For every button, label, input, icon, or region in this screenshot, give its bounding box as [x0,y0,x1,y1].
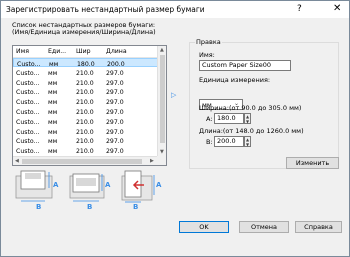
row-unit: мм [48,79,58,87]
row-width: 210.0 [76,138,94,146]
row-width: 210.0 [76,89,94,97]
scroll-down-icon[interactable]: ▼ [160,149,164,155]
scroll-left-icon[interactable]: ◀ [15,158,19,164]
scroll-right-icon[interactable]: ▶ [150,158,154,164]
change-button[interactable]: Изменить [286,157,339,169]
row-length: 297.0 [106,128,124,136]
scroll-corner [157,156,166,165]
row-length: 297.0 [106,109,124,116]
row-length: 297.0 [106,118,124,126]
list-row[interactable]: Custo... мм 210.0 297.0 [13,117,166,126]
row-name: Custo... [16,99,40,107]
name-label: Имя: [199,51,215,59]
paper-size-list[interactable]: Имя Еди... Шир Длина Custo... мм 180.0 200.… [12,45,167,166]
list-horizontal-scrollbar[interactable]: ◀ ▶ [13,156,157,165]
row-name: Custo... [16,89,40,97]
edit-group-label: Правка [195,38,222,46]
dialog-body: Список нестандартных размеров бумаги: (И… [1,18,349,256]
help-button[interactable]: Справка [295,221,342,233]
row-unit: мм [48,109,58,116]
cancel-button[interactable]: Отмена [239,221,289,233]
row-name: Custo... [16,118,40,126]
dimension-b-label-3: B [133,203,139,211]
dimension-a-label-1: A [53,181,59,189]
row-length: 297.0 [106,89,124,97]
list-row[interactable]: Custo... мм 210.0 297.0 [13,146,166,155]
name-input[interactable]: Custom Paper Size00 [199,60,291,71]
row-length: 297.0 [106,148,124,156]
row-width: 210.0 [76,109,94,116]
dimension-b-label-2: B [87,203,93,211]
row-name: Custo... [16,109,40,116]
list-vertical-scrollbar[interactable]: ▲ ▼ [157,46,166,156]
column-header-name[interactable]: Имя [16,48,29,55]
row-length: 297.0 [106,99,124,107]
list-row[interactable]: Custo... мм 210.0 297.0 [13,127,166,136]
row-unit: мм [48,138,58,146]
row-width: 210.0 [76,128,94,136]
title-bar: Зарегистрировать нестандартный размер бу… [1,1,349,18]
row-name: Custo... [16,128,40,136]
dialog-title: Зарегистрировать нестандартный размер бу… [6,5,205,14]
dimension-a-label-2: A [105,181,111,189]
list-row[interactable]: Custo... мм 180.0 200.0 [13,58,166,68]
list-header: Имя Еди... Шир Длина [13,46,166,58]
scroll-up-icon[interactable]: ▲ [160,47,164,53]
row-unit: мм [48,128,58,136]
unit-label: Единица измерения: [199,76,271,84]
row-length: 297.0 [106,69,124,77]
row-width: 210.0 [76,118,94,126]
list-row[interactable]: Custo... мм 210.0 297.0 [13,97,166,106]
row-name: Custo... [16,138,40,146]
column-header-length[interactable]: Длина [106,48,127,55]
row-unit: мм [48,89,58,97]
help-title-button[interactable]: ? [297,4,302,14]
column-header-width[interactable]: Шир [76,48,91,55]
row-width: 210.0 [76,79,94,87]
row-unit: мм [48,148,58,156]
row-unit: мм [48,118,58,126]
row-name: Custo... [16,69,40,77]
row-length: 297.0 [106,138,124,146]
length-stepper[interactable]: ▲ ▼ [244,136,251,147]
length-prefix: B: [206,138,213,146]
list-row[interactable]: Custo... мм 210.0 297.0 [13,78,166,87]
list-caption-columns: (Имя/Единица измерения/Ширина/Длина) [12,28,156,36]
feed-illustration-3 [121,170,155,203]
vertical-scroll-thumb[interactable] [160,55,165,143]
column-header-unit[interactable]: Еди... [48,48,66,55]
row-unit: мм [48,99,58,107]
spin-down-icon[interactable]: ▼ [246,143,249,147]
width-stepper[interactable]: ▲ ▼ [244,113,251,124]
horizontal-scroll-thumb[interactable] [22,159,142,164]
close-button[interactable]: ✕ [333,3,341,14]
ok-button[interactable]: OK [179,221,229,233]
length-label: Длина:(от 148.0 до 1260.0 мм) [199,127,304,135]
width-input[interactable]: 180.0 [214,113,244,124]
dimension-b-label-1: B [36,203,42,211]
transfer-arrow-icon: ▷ [171,91,177,99]
row-length: 297.0 [106,79,124,87]
spin-down-icon[interactable]: ▼ [246,120,249,124]
row-unit: мм [48,69,58,77]
register-custom-paper-dialog: Зарегистрировать нестандартный размер бу… [0,0,350,257]
row-name: Custo... [16,148,40,156]
length-input[interactable]: 200.0 [214,136,244,147]
feed-illustration-2 [69,173,105,202]
feed-illustration-1 [15,170,53,202]
row-width: 210.0 [76,69,94,77]
list-row[interactable]: Custo... мм 210.0 297.0 [13,107,166,116]
row-width: 210.0 [76,148,94,156]
width-label: Ширина:(от 90.0 до 305.0 мм) [199,104,302,112]
dimension-a-label-3: A [156,181,162,189]
width-prefix: A: [206,115,213,123]
row-width: 210.0 [76,99,94,107]
list-row[interactable]: Custo... мм 210.0 297.0 [13,87,166,96]
list-row[interactable]: Custo... мм 210.0 297.0 [13,136,166,145]
list-row[interactable]: Custo... мм 210.0 297.0 [13,68,166,77]
row-name: Custo... [16,79,40,87]
